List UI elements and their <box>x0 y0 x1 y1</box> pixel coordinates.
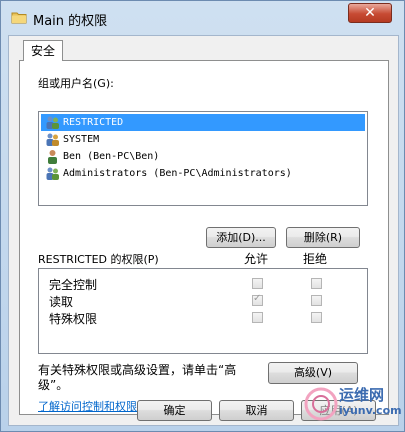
list-item[interactable]: Ben (Ben-PC\Ben) <box>41 148 365 165</box>
list-item-label: Ben (Ben-PC\Ben) <box>63 151 160 162</box>
deny-column-header: 拒绝 <box>303 252 328 266</box>
ok-button[interactable]: 确定 <box>137 400 212 421</box>
title-bar: Main 的权限 ✕ <box>1 1 404 35</box>
permission-row: 特殊权限 <box>49 310 359 326</box>
allow-column-header: 允许 <box>244 252 269 266</box>
security-panel: 组或用户名(G): RESTRICTED SYSTEM Ben (Ben-PC\… <box>19 60 389 415</box>
access-control-help-link[interactable]: 了解访问控制和权限 <box>38 398 137 414</box>
add-button[interactable]: 添加(D)... <box>206 227 276 248</box>
list-item-label: Administrators (Ben-PC\Administrators) <box>63 168 292 179</box>
permission-row: 完全控制 <box>49 276 359 292</box>
list-item-label: RESTRICTED <box>63 117 124 128</box>
user-group-icon <box>46 133 59 146</box>
permission-label: 特殊权限 <box>49 312 98 326</box>
list-item[interactable]: RESTRICTED <box>41 114 365 131</box>
user-group-icon <box>46 167 59 180</box>
advanced-button[interactable]: 高级(V) <box>268 362 358 384</box>
allow-checkbox[interactable] <box>252 293 263 306</box>
permission-row: 读取 <box>49 293 359 309</box>
list-item-label: SYSTEM <box>63 134 100 145</box>
watermark-url: iyunv.com <box>339 404 402 417</box>
close-button[interactable]: ✕ <box>348 3 392 23</box>
site-watermark: 运维网 iyunv.com <box>301 382 402 428</box>
deny-checkbox[interactable] <box>311 312 322 323</box>
tab-security[interactable]: 安全 <box>23 40 63 61</box>
dialog-body: 安全 组或用户名(G): RESTRICTED SYSTEM Ben (Ben-… <box>8 35 399 426</box>
user-group-icon <box>46 116 59 129</box>
info-text-line2: 级”。 <box>38 378 69 392</box>
watermark-text: 运维网 <box>339 386 385 404</box>
permission-label: 完全控制 <box>49 278 98 292</box>
group-list-heading: 组或用户名(G): <box>38 77 114 90</box>
permission-label: 读取 <box>49 295 74 309</box>
allow-checkbox[interactable] <box>252 278 263 289</box>
remove-button[interactable]: 删除(R) <box>286 227 360 248</box>
window-title: Main 的权限 <box>33 14 108 29</box>
user-icon <box>48 150 57 164</box>
cancel-button[interactable]: 取消 <box>219 400 294 421</box>
list-item[interactable]: Administrators (Ben-PC\Administrators) <box>41 165 365 182</box>
group-user-list[interactable]: RESTRICTED SYSTEM Ben (Ben-PC\Ben) Admin… <box>38 111 368 206</box>
permissions-dialog: Main 的权限 ✕ 安全 组或用户名(G): RESTRICTED SYSTE… <box>0 0 405 432</box>
watermark-logo-icon <box>304 387 338 421</box>
permissions-heading: RESTRICTED 的权限(P) <box>38 253 159 266</box>
folder-icon <box>11 12 27 24</box>
deny-checkbox[interactable] <box>311 295 322 306</box>
allow-checkbox[interactable] <box>252 312 263 323</box>
list-item[interactable]: SYSTEM <box>41 131 365 148</box>
deny-checkbox[interactable] <box>311 278 322 289</box>
permissions-list: 完全控制 读取 特殊权限 <box>38 268 368 354</box>
